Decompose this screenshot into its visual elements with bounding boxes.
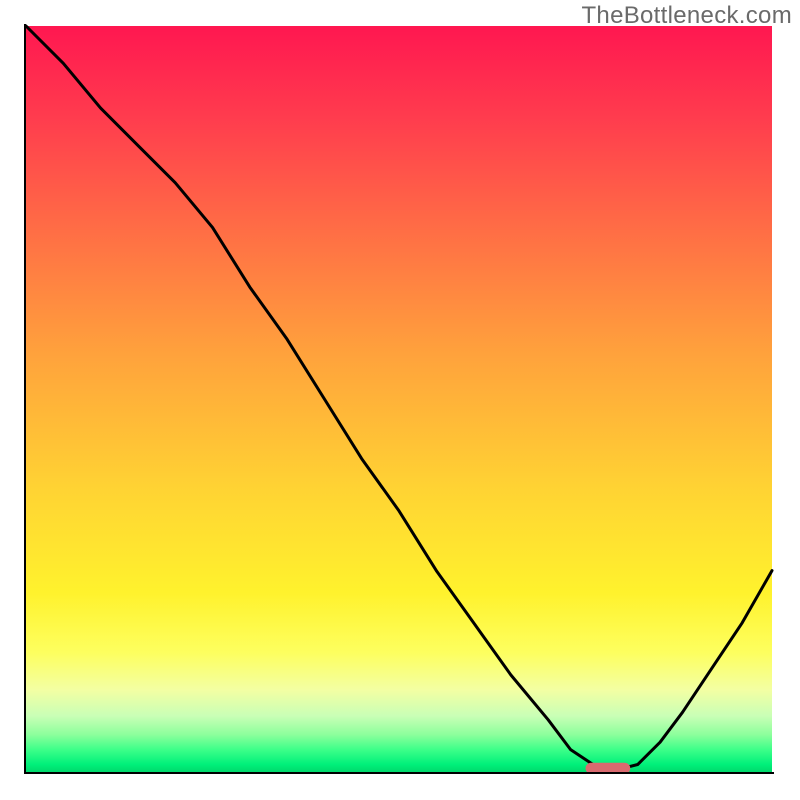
watermark-text: TheBottleneck.com	[581, 2, 792, 30]
chart-overlay	[0, 0, 800, 800]
bottleneck-curve-line	[26, 26, 772, 768]
chart-stage: TheBottleneck.com	[0, 0, 800, 800]
y-axis-line	[24, 24, 26, 774]
x-axis-line	[24, 772, 774, 774]
